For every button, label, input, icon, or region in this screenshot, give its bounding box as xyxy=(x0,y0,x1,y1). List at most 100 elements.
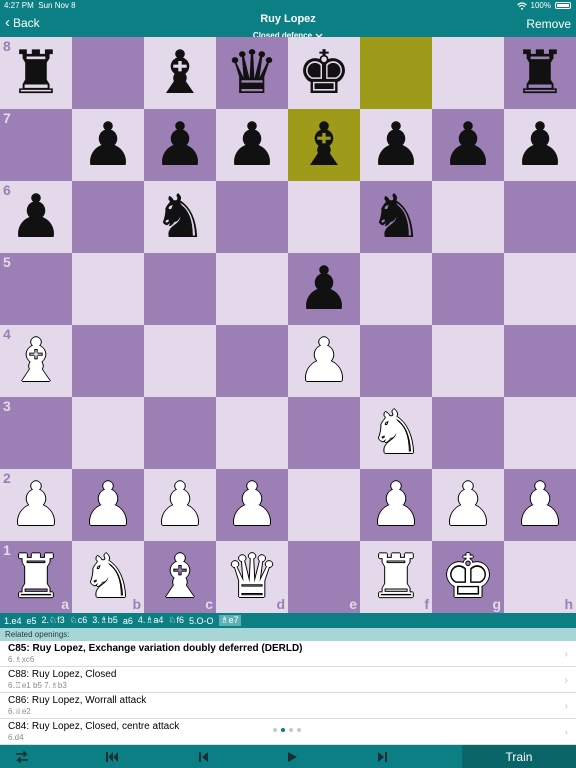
square-f2[interactable]: ♟ xyxy=(360,469,432,541)
square-e4[interactable]: ♟ xyxy=(288,325,360,397)
square-d5[interactable] xyxy=(216,253,288,325)
square-a1[interactable]: 1 a ♜ xyxy=(0,541,72,613)
square-a2[interactable]: 2 ♟ xyxy=(0,469,72,541)
white-bishop-icon[interactable]: ♝ xyxy=(9,331,63,391)
black-rook-icon[interactable]: ♜ xyxy=(513,43,567,103)
square-d6[interactable] xyxy=(216,181,288,253)
square-f3[interactable]: ♞ xyxy=(360,397,432,469)
square-b3[interactable] xyxy=(72,397,144,469)
black-queen-icon[interactable]: ♛ xyxy=(225,43,279,103)
black-pawn-icon[interactable]: ♟ xyxy=(153,115,207,175)
move-item[interactable]: ♘f6 xyxy=(168,615,184,626)
square-d3[interactable] xyxy=(216,397,288,469)
square-c8[interactable]: ♝ xyxy=(144,37,216,109)
square-h8[interactable]: ♜ xyxy=(504,37,576,109)
square-b7[interactable]: ♟ xyxy=(72,109,144,181)
square-g8[interactable] xyxy=(432,37,504,109)
black-pawn-icon[interactable]: ♟ xyxy=(81,115,135,175)
square-h2[interactable]: ♟ xyxy=(504,469,576,541)
square-d2[interactable]: ♟ xyxy=(216,469,288,541)
square-g5[interactable] xyxy=(432,253,504,325)
move-item[interactable]: a6 xyxy=(123,616,133,626)
square-f8[interactable] xyxy=(360,37,432,109)
square-b1[interactable]: b ♞ xyxy=(72,541,144,613)
train-button[interactable]: Train xyxy=(462,745,576,768)
square-b8[interactable] xyxy=(72,37,144,109)
white-pawn-icon[interactable]: ♟ xyxy=(369,475,423,535)
black-pawn-icon[interactable]: ♟ xyxy=(441,115,495,175)
move-item[interactable]: 5.O-O xyxy=(189,616,214,626)
white-pawn-icon[interactable]: ♟ xyxy=(297,331,351,391)
square-c6[interactable]: ♞ xyxy=(144,181,216,253)
square-b6[interactable] xyxy=(72,181,144,253)
page-dot[interactable] xyxy=(289,728,293,732)
square-b2[interactable]: ♟ xyxy=(72,469,144,541)
black-pawn-icon[interactable]: ♟ xyxy=(9,187,63,247)
white-pawn-icon[interactable]: ♟ xyxy=(81,475,135,535)
black-pawn-icon[interactable]: ♟ xyxy=(225,115,279,175)
white-bishop-icon[interactable]: ♝ xyxy=(153,547,207,607)
white-rook-icon[interactable]: ♜ xyxy=(369,547,423,607)
square-c4[interactable] xyxy=(144,325,216,397)
square-h5[interactable] xyxy=(504,253,576,325)
move-item[interactable]: ♗e7 xyxy=(218,615,241,626)
black-king-icon[interactable]: ♚ xyxy=(297,43,351,103)
square-g6[interactable] xyxy=(432,181,504,253)
list-item[interactable]: C84: Ruy Lopez, Closed, centre attack 6.d… xyxy=(0,719,576,745)
play-button[interactable] xyxy=(280,745,304,768)
chess-board[interactable]: 8 ♜ ♝ ♛ ♚ ♜ 7 ♟ ♟ ♟ ♝ ♟ ♟ ♟ 6 ♟ ♞ ♞ 5 ♟ 4 ♝ ♟ 3 ♞ 2 ♟ ♟ ♟ ♟ ♟ ♟ ♟ 1 a ♜ b ♞ c ♝… xyxy=(0,37,576,613)
square-a4[interactable]: 4 ♝ xyxy=(0,325,72,397)
square-a3[interactable]: 3 xyxy=(0,397,72,469)
square-h3[interactable] xyxy=(504,397,576,469)
remove-button[interactable]: Remove xyxy=(526,17,571,31)
square-e7[interactable]: ♝ xyxy=(288,109,360,181)
square-d8[interactable]: ♛ xyxy=(216,37,288,109)
square-c5[interactable] xyxy=(144,253,216,325)
page-dot[interactable] xyxy=(273,728,277,732)
black-bishop-icon[interactable]: ♝ xyxy=(153,43,207,103)
move-item[interactable]: 2.♘f3 xyxy=(42,615,65,626)
last-move-button[interactable] xyxy=(370,745,394,768)
page-dot[interactable] xyxy=(281,728,285,732)
white-queen-icon[interactable]: ♛ xyxy=(225,547,279,607)
black-pawn-icon[interactable]: ♟ xyxy=(369,115,423,175)
square-a6[interactable]: 6 ♟ xyxy=(0,181,72,253)
previous-move-button[interactable] xyxy=(192,745,216,768)
page-dot[interactable] xyxy=(297,728,301,732)
move-item[interactable]: e5 xyxy=(27,616,37,626)
square-g2[interactable]: ♟ xyxy=(432,469,504,541)
square-b5[interactable] xyxy=(72,253,144,325)
square-d7[interactable]: ♟ xyxy=(216,109,288,181)
black-pawn-icon[interactable]: ♟ xyxy=(297,259,351,319)
square-h7[interactable]: ♟ xyxy=(504,109,576,181)
square-f4[interactable] xyxy=(360,325,432,397)
square-g7[interactable]: ♟ xyxy=(432,109,504,181)
white-pawn-icon[interactable]: ♟ xyxy=(225,475,279,535)
square-d1[interactable]: d ♛ xyxy=(216,541,288,613)
square-e3[interactable] xyxy=(288,397,360,469)
square-h4[interactable] xyxy=(504,325,576,397)
white-pawn-icon[interactable]: ♟ xyxy=(153,475,207,535)
list-item[interactable]: C85: Ruy Lopez, Exchange variation doubl… xyxy=(0,641,576,667)
square-d4[interactable] xyxy=(216,325,288,397)
black-bishop-icon[interactable]: ♝ xyxy=(297,115,351,175)
square-g1[interactable]: g ♚ xyxy=(432,541,504,613)
first-move-button[interactable] xyxy=(100,745,124,768)
white-pawn-icon[interactable]: ♟ xyxy=(513,475,567,535)
square-b4[interactable] xyxy=(72,325,144,397)
move-item[interactable]: 1.e4 xyxy=(4,616,22,626)
square-a5[interactable]: 5 xyxy=(0,253,72,325)
white-knight-icon[interactable]: ♞ xyxy=(369,403,423,463)
square-e8[interactable]: ♚ xyxy=(288,37,360,109)
square-c7[interactable]: ♟ xyxy=(144,109,216,181)
square-g3[interactable] xyxy=(432,397,504,469)
list-item[interactable]: C86: Ruy Lopez, Worrall attack 6.♕e2 › xyxy=(0,693,576,719)
square-g4[interactable] xyxy=(432,325,504,397)
move-item[interactable]: ♘c6 xyxy=(70,615,88,626)
square-f5[interactable] xyxy=(360,253,432,325)
square-h1[interactable]: h xyxy=(504,541,576,613)
move-item[interactable]: 4.♗a4 xyxy=(138,615,164,626)
square-e5[interactable]: ♟ xyxy=(288,253,360,325)
black-pawn-icon[interactable]: ♟ xyxy=(513,115,567,175)
square-a8[interactable]: 8 ♜ xyxy=(0,37,72,109)
